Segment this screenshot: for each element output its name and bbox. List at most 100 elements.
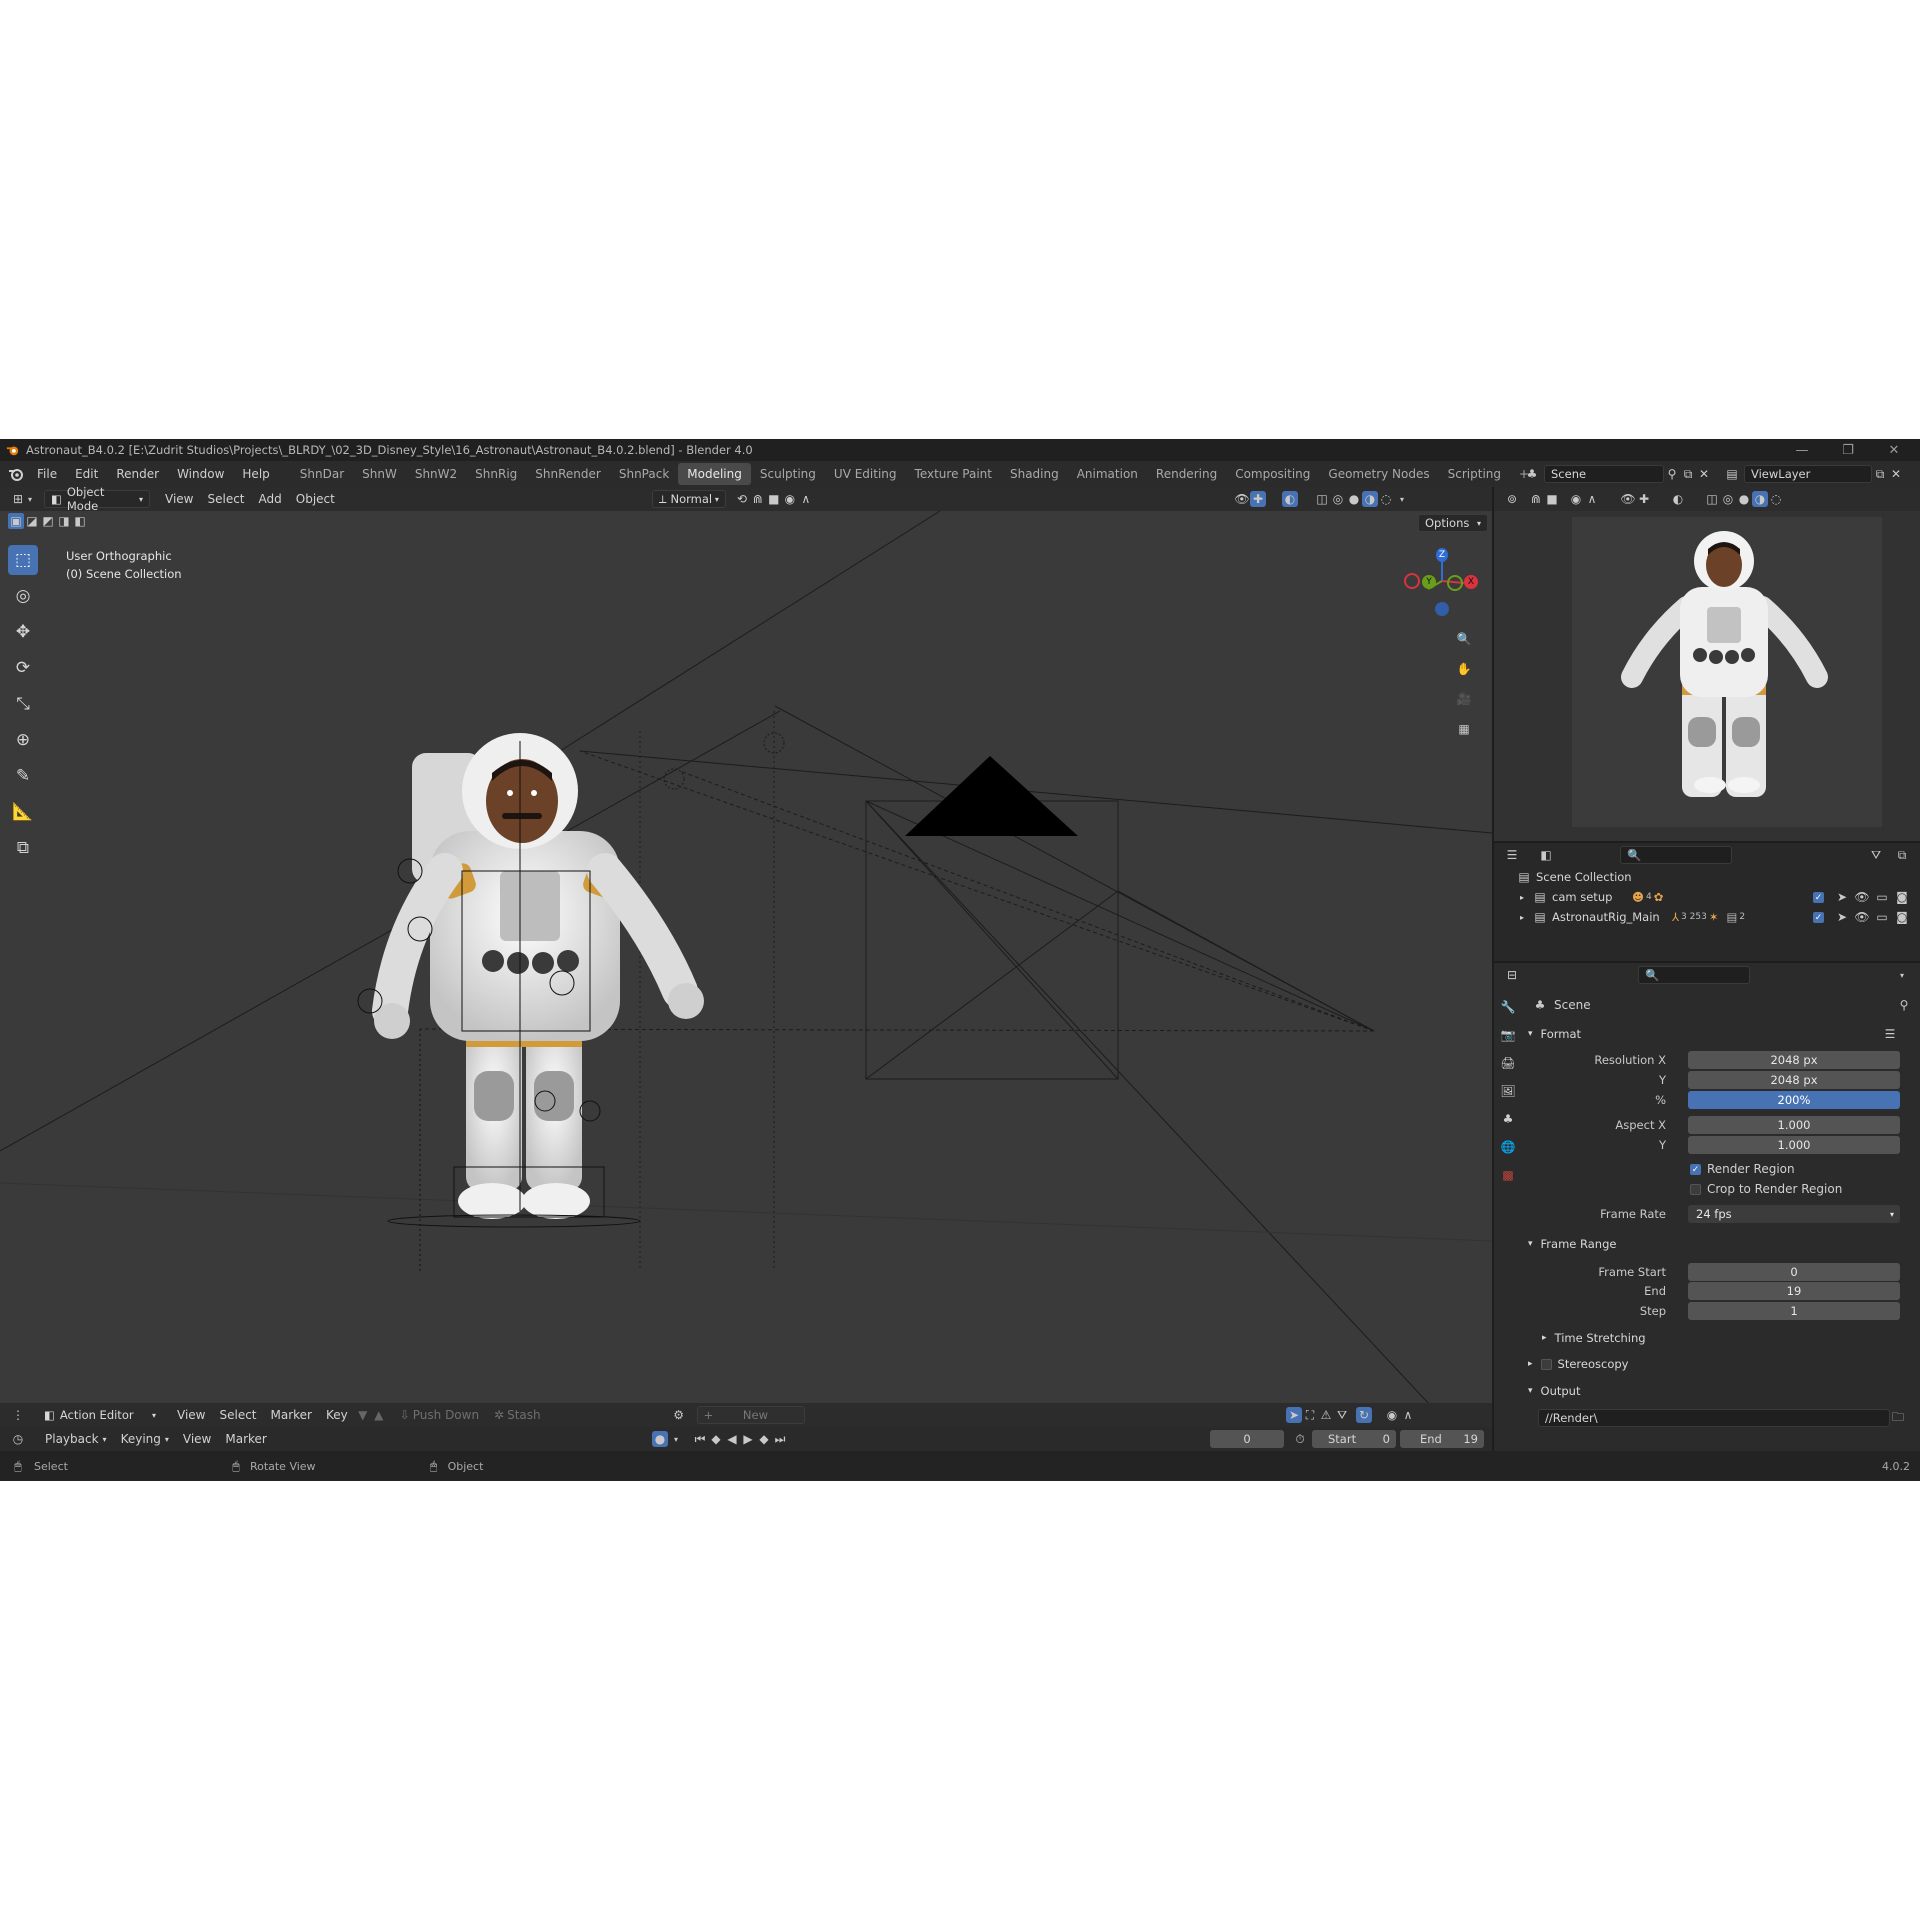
gizmo-z-axis[interactable]: Z xyxy=(1436,548,1448,562)
remove-scene-icon[interactable]: ✕ xyxy=(1696,466,1712,482)
timeline-menu-keying[interactable]: Keying ▾ xyxy=(114,1429,176,1449)
gizmo-toggle-icon[interactable]: ✚ xyxy=(1250,491,1266,507)
stereoscopy-checkbox[interactable] xyxy=(1540,1358,1552,1370)
outliner-row[interactable]: ▸ ▤ AstronautRig_Main ⅄ 3 253 ✶ ▤ 2 ✓ ➤ … xyxy=(1494,907,1920,927)
show-hidden-icon[interactable]: ⛶ xyxy=(1302,1407,1318,1423)
falloff-icon[interactable]: ∧ xyxy=(1584,491,1600,507)
tab-geometry-nodes[interactable]: Geometry Nodes xyxy=(1319,463,1438,485)
start-frame-field[interactable]: Start 0 xyxy=(1312,1430,1396,1448)
eye-icon[interactable]: 👁 xyxy=(1854,909,1870,925)
folder-icon[interactable]: 🗀 xyxy=(1890,1410,1906,1426)
push-down-button[interactable]: ⇩ Push Down xyxy=(397,1407,479,1423)
viewlayer-name-field[interactable]: ViewLayer xyxy=(1744,465,1872,483)
tab-scripting[interactable]: Scripting xyxy=(1439,463,1510,485)
snap-target-icon[interactable]: ■ xyxy=(766,491,782,507)
jump-keyframe-forward-icon[interactable]: ◆ xyxy=(756,1431,772,1447)
blender-menu-icon[interactable] xyxy=(8,466,24,482)
chevron-down-icon[interactable]: ▾ xyxy=(668,1431,684,1447)
ortho-grid-icon[interactable]: ▦ xyxy=(1456,721,1472,737)
scene-selector[interactable]: ♣ Scene ⚲ ⧉ ✕ xyxy=(1524,465,1712,483)
exclude-checkbox[interactable]: ✓ xyxy=(1813,891,1824,903)
viewport-menu-object[interactable]: Object xyxy=(289,489,342,509)
expand-icon[interactable]: ▸ xyxy=(1520,893,1524,902)
orientation-dropdown[interactable]: ⟂ Normal ▾ xyxy=(651,490,726,508)
outliner-search-input[interactable]: 🔍 xyxy=(1620,846,1732,864)
solid-shading-icon[interactable]: ● xyxy=(1346,491,1362,507)
tab-shnrender[interactable]: ShnRender xyxy=(526,463,610,485)
minimize-button[interactable]: — xyxy=(1780,439,1824,461)
action-menu-marker[interactable]: Marker xyxy=(264,1405,319,1425)
dopesheet-editor-icon[interactable]: ⋮ xyxy=(10,1407,26,1423)
new-scene-icon[interactable]: ⧉ xyxy=(1680,466,1696,482)
viewport-menu-add[interactable]: Add xyxy=(252,489,289,509)
scene-collection-row[interactable]: ▤ Scene Collection xyxy=(1494,867,1920,887)
play-icon[interactable]: ▶ xyxy=(740,1431,756,1447)
output-path-input[interactable]: //Render\ xyxy=(1538,1409,1890,1427)
timeline-menu-view[interactable]: View xyxy=(176,1429,218,1449)
monitor-icon[interactable]: ▭ xyxy=(1874,889,1890,905)
material-shading-icon[interactable]: ◑ xyxy=(1362,491,1378,507)
tab-shading[interactable]: Shading xyxy=(1001,463,1068,485)
tab-shndar[interactable]: ShnDar xyxy=(291,463,353,485)
rendered-shading-icon[interactable]: ◌ xyxy=(1768,491,1784,507)
render-camera-icon[interactable]: ◙ xyxy=(1894,889,1910,905)
jump-keyframe-back-icon[interactable]: ◆ xyxy=(708,1431,724,1447)
object-mode-dropdown[interactable]: ◧ Object Mode ▾ xyxy=(44,485,150,513)
gizmo-y-axis[interactable]: Y xyxy=(1422,575,1436,589)
tab-rendering[interactable]: Rendering xyxy=(1147,463,1226,485)
timeline-menu-playback[interactable]: Playback ▾ xyxy=(38,1429,114,1449)
tab-modeling[interactable]: Modeling xyxy=(678,463,751,485)
scene-name-field[interactable]: Scene xyxy=(1544,465,1664,483)
new-viewlayer-icon[interactable]: ⧉ xyxy=(1872,466,1888,482)
auto-snap-icon[interactable]: ↻ xyxy=(1356,1407,1372,1423)
chevron-down-icon[interactable]: ▾ xyxy=(1394,491,1410,507)
timeline-editor-icon[interactable]: ◷ xyxy=(10,1431,26,1447)
wireframe-shading-icon[interactable]: ◎ xyxy=(1330,491,1346,507)
3d-viewport[interactable]: ▣ ◪ ◩ ◨ ◧ Options ▾ User Orthographic (0… xyxy=(0,511,1492,1403)
material-shading-icon[interactable]: ◑ xyxy=(1752,491,1768,507)
stopwatch-icon[interactable]: ⏱ xyxy=(1292,1431,1308,1447)
snap-icon[interactable]: ⋒ xyxy=(750,491,766,507)
menu-edit[interactable]: Edit xyxy=(66,461,107,487)
output-panel-header[interactable]: ▾ Output xyxy=(1528,1380,1914,1402)
menu-window[interactable]: Window xyxy=(168,461,233,487)
select-toggle-icon[interactable]: ➤ xyxy=(1834,909,1850,925)
camera-view-icon[interactable]: 🎥 xyxy=(1456,691,1472,707)
jump-start-icon[interactable]: ⏮ xyxy=(692,1431,708,1447)
frame-step-field[interactable]: 1 xyxy=(1688,1302,1900,1320)
rendered-shading-icon[interactable]: ◌ xyxy=(1378,491,1394,507)
preview-view-icon[interactable]: ⊚ xyxy=(1504,491,1520,507)
outliner-editor-icon[interactable]: ☰ xyxy=(1504,847,1520,863)
gizmo-icon[interactable]: ✚ xyxy=(1636,491,1652,507)
overlay-toggle-icon[interactable]: ◐ xyxy=(1282,491,1298,507)
expand-icon[interactable]: ▸ xyxy=(1520,913,1524,922)
navigation-gizmo[interactable]: Z Y X xyxy=(1400,539,1484,623)
frame-start-field[interactable]: 0 xyxy=(1688,1263,1900,1281)
menu-help[interactable]: Help xyxy=(233,461,278,487)
frame-end-field[interactable]: 19 xyxy=(1688,1282,1900,1300)
zoom-icon[interactable]: 🔍 xyxy=(1456,631,1472,647)
only-errors-icon[interactable]: ⚠ xyxy=(1318,1407,1334,1423)
viewport-menu-select[interactable]: Select xyxy=(200,489,251,509)
filter-down-icon[interactable]: ▼ xyxy=(355,1407,371,1423)
time-stretching-subpanel[interactable]: ▸ Time Stretching xyxy=(1542,1327,1920,1349)
snap-target-icon[interactable]: ■ xyxy=(1544,491,1560,507)
pin-icon[interactable]: ⚲ xyxy=(1664,466,1680,482)
tab-compositing[interactable]: Compositing xyxy=(1226,463,1319,485)
action-menu-view[interactable]: View xyxy=(170,1405,212,1425)
exclude-checkbox[interactable]: ✓ xyxy=(1813,911,1824,923)
viewlayer-selector[interactable]: ▤ ViewLayer ⧉ ✕ xyxy=(1724,465,1904,483)
end-frame-field[interactable]: End 19 xyxy=(1400,1430,1484,1448)
astronaut-model[interactable] xyxy=(357,733,704,1271)
light-icons[interactable] xyxy=(663,732,785,790)
eye-icon[interactable]: 👁 xyxy=(1854,889,1870,905)
wireframe-shading-icon[interactable]: ◎ xyxy=(1720,491,1736,507)
filter-up-icon[interactable]: ▲ xyxy=(371,1407,387,1423)
visibility-icon[interactable]: 👁 xyxy=(1620,491,1636,507)
proportional-edit-icon[interactable]: ◉ xyxy=(782,491,798,507)
outliner-row[interactable]: ▸ ▤ cam setup ☻ 4 ✿ ✓ ➤ 👁 ▭ ◙ xyxy=(1494,887,1920,907)
camera-triangle[interactable] xyxy=(905,756,1078,836)
display-mode-icon[interactable]: ◧ xyxy=(1538,847,1554,863)
jump-end-icon[interactable]: ⏭ xyxy=(772,1431,788,1447)
remove-viewlayer-icon[interactable]: ✕ xyxy=(1888,466,1904,482)
